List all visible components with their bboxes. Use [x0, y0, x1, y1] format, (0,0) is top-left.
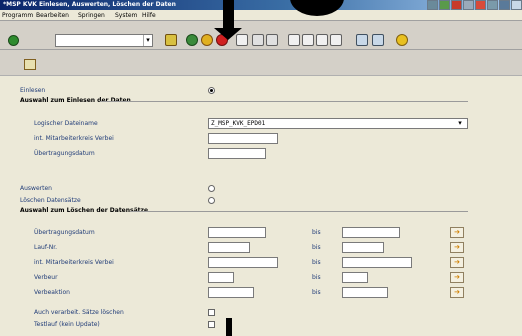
verbeur-to-field[interactable] — [342, 272, 368, 283]
new-session-icon[interactable] — [356, 34, 368, 46]
bis-label: bis — [312, 229, 321, 236]
bis-label: bis — [312, 274, 321, 281]
title-icon-d[interactable] — [463, 0, 474, 10]
section-loeschen-header: Auswahl zum Löschen der Datensätze — [20, 207, 149, 214]
loeschen-label: Löschen Datensätze — [20, 197, 81, 204]
section-loeschen-divider — [130, 211, 468, 212]
find-next-icon[interactable] — [266, 34, 278, 46]
enter-icon[interactable] — [8, 35, 19, 46]
loeschen-row-label: Verbeaktion — [34, 289, 70, 296]
title-icon-c[interactable] — [451, 0, 462, 10]
einlesen-label: Einlesen — [20, 87, 46, 94]
uebertragungsdatum-field[interactable] — [208, 148, 266, 159]
multiple-selection-button[interactable]: ➔ — [450, 287, 464, 298]
testlauf-label: Testlauf (kein Update) — [34, 321, 100, 328]
lauf-nr-from-field[interactable] — [208, 242, 250, 253]
bis-label: bis — [312, 259, 321, 266]
auswerten-radio[interactable] — [208, 185, 215, 192]
title-icon-e[interactable] — [475, 0, 486, 10]
title-icon-h[interactable] — [511, 0, 522, 10]
uebertragungsdatum-to-field[interactable] — [342, 227, 400, 238]
mitarbeiterkreis-to-field[interactable] — [342, 257, 412, 268]
auch-verarbeitete-label: Auch verarbeit. Sätze löschen — [34, 309, 124, 316]
loeschen-row-label: Verbeur — [34, 274, 58, 281]
first-page-icon[interactable] — [288, 34, 300, 46]
bis-label: bis — [312, 289, 321, 296]
standard-toolbar: ▾ — [0, 21, 522, 50]
loeschen-row-label: Übertragungsdatum — [34, 229, 95, 236]
logischer-dateiname-label: Logischer Dateiname — [34, 120, 98, 127]
loeschen-row-label: Lauf-Nr. — [34, 244, 58, 251]
mitarbeiterkreis-from-field[interactable] — [208, 257, 278, 268]
prev-page-icon[interactable] — [302, 34, 314, 46]
menu-springen[interactable]: Springen — [78, 10, 105, 21]
multiple-selection-button[interactable]: ➔ — [450, 242, 464, 253]
pointer-marker — [226, 318, 232, 336]
exit-icon[interactable] — [201, 34, 213, 46]
einlesen-radio[interactable] — [208, 87, 215, 94]
loeschen-radio[interactable] — [208, 197, 215, 204]
verbeaktion-from-field[interactable] — [208, 287, 254, 298]
window-title: *MSP KVK Einlesen, Auswerten, Löschen de… — [3, 1, 176, 8]
shortcut-icon[interactable] — [372, 34, 384, 46]
pointer-arrow-shaft — [223, 0, 234, 30]
menu-bearbeiten[interactable]: Bearbeiten — [36, 10, 69, 21]
help-icon[interactable] — [396, 34, 408, 46]
loeschen-row-label: int. Mitarbeiterkreis Verbei — [34, 259, 114, 266]
uebertragungsdatum-from-field[interactable] — [208, 227, 266, 238]
title-icon-g[interactable] — [499, 0, 510, 10]
section-einlesen-divider — [100, 101, 468, 102]
title-bar: *MSP KVK Einlesen, Auswerten, Löschen de… — [0, 0, 522, 10]
execute-icon[interactable] — [24, 59, 36, 70]
selection-screen: Einlesen Auswahl zum Einlesen der Daten … — [0, 76, 522, 336]
last-page-icon[interactable] — [330, 34, 342, 46]
title-bar-controls — [427, 0, 522, 10]
auswerten-label: Auswerten — [20, 185, 52, 192]
title-icon-f[interactable] — [487, 0, 498, 10]
verbeur-from-field[interactable] — [208, 272, 234, 283]
uebertragungsdatum-label: Übertragungsdatum — [34, 150, 95, 157]
back-icon[interactable] — [186, 34, 198, 46]
menu-system[interactable]: System — [115, 10, 137, 21]
lauf-nr-to-field[interactable] — [342, 242, 384, 253]
bis-label: bis — [312, 244, 321, 251]
menu-programm[interactable]: Programm — [2, 10, 33, 21]
title-icon-b[interactable] — [439, 0, 450, 10]
title-icon-a[interactable] — [427, 0, 438, 10]
menu-bar: Programm Bearbeiten Springen System Hilf… — [0, 10, 522, 21]
verbeaktion-to-field[interactable] — [342, 287, 388, 298]
auch-verarbeitete-checkbox[interactable] — [208, 309, 215, 316]
testlauf-checkbox[interactable] — [208, 321, 215, 328]
command-dropdown-icon[interactable]: ▾ — [143, 35, 152, 46]
next-page-icon[interactable] — [316, 34, 328, 46]
menu-hilfe[interactable]: Hilfe — [142, 10, 156, 21]
multiple-selection-button[interactable]: ➔ — [450, 227, 464, 238]
pointer-arrow-head — [214, 28, 242, 40]
find-icon[interactable] — [252, 34, 264, 46]
application-toolbar — [0, 50, 522, 76]
multiple-selection-button[interactable]: ➔ — [450, 257, 464, 268]
mitarbeiterkreis-field[interactable] — [208, 133, 278, 144]
logischer-dateiname-dropdown-icon[interactable]: ▾ — [456, 118, 464, 129]
mitarbeiterkreis-label: int. Mitarbeiterkreis Verbei — [34, 135, 114, 142]
command-field[interactable] — [55, 34, 153, 47]
logischer-dateiname-field[interactable]: Z_MSP_KVK_EPD01 — [208, 118, 468, 129]
multiple-selection-button[interactable]: ➔ — [450, 272, 464, 283]
save-icon[interactable] — [165, 34, 177, 46]
